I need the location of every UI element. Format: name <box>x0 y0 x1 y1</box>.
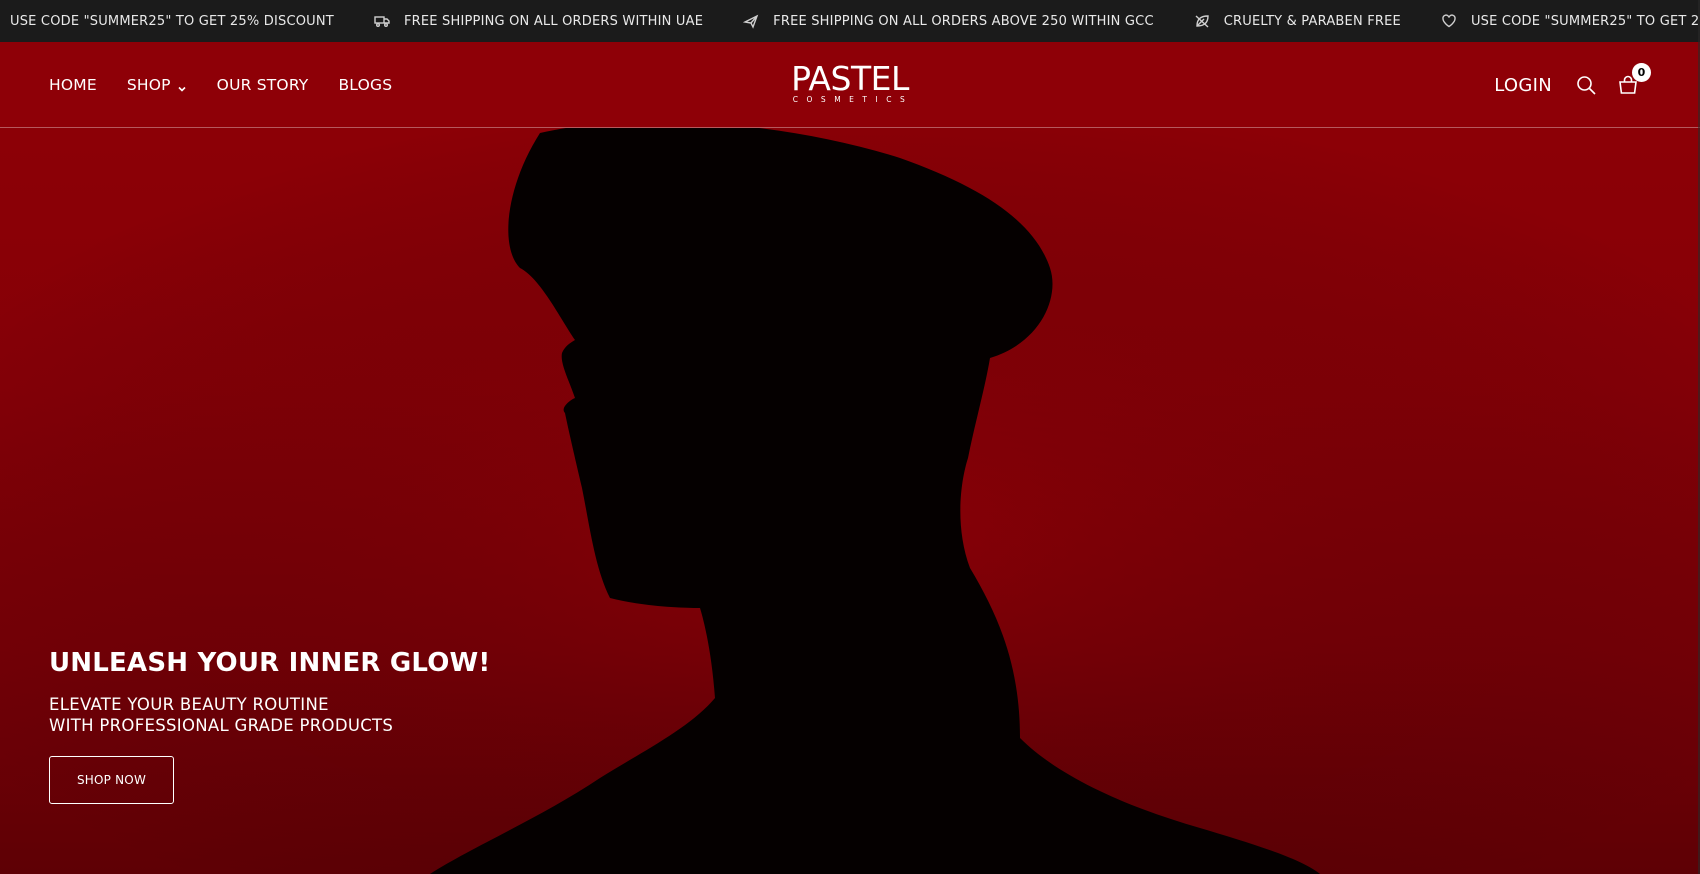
search-icon[interactable] <box>1574 73 1598 97</box>
shop-now-button[interactable]: SHOP NOW <box>49 756 174 804</box>
nav-item-home[interactable]: HOME <box>49 76 97 94</box>
chevron-down-icon <box>177 80 187 92</box>
truck-icon <box>374 13 390 29</box>
hero-subline: ELEVATE YOUR BEAUTY ROUTINE WITH PROFESS… <box>49 694 491 736</box>
login-link[interactable]: LOGIN <box>1494 75 1552 96</box>
announcement-text: FREE SHIPPING ON ALL ORDERS ABOVE 250 WI… <box>773 13 1154 29</box>
main-nav: HOME SHOP OUR STORY BLOGS <box>49 42 422 128</box>
hero-banner: UNLEASH YOUR INNER GLOW! ELEVATE YOUR BE… <box>0 128 1700 874</box>
header-actions: LOGIN 0 <box>1494 42 1700 128</box>
hero-headline: UNLEASH YOUR INNER GLOW! <box>49 648 491 678</box>
announcement-item: FREE SHIPPING ON ALL ORDERS ABOVE 250 WI… <box>742 13 1154 29</box>
announcement-text: USE CODE "SUMMER25" TO GET 25% DISCOUNT <box>10 13 334 29</box>
hero-subline-1: ELEVATE YOUR BEAUTY ROUTINE <box>49 695 329 714</box>
hero-text: UNLEASH YOUR INNER GLOW! ELEVATE YOUR BE… <box>49 648 491 804</box>
announcement-text: USE CODE "SUMMER25" TO GET 25% DISCOUNT <box>1470 13 1700 29</box>
leaf-icon <box>1194 13 1210 29</box>
announcement-text: FREE SHIPPING ON ALL ORDERS WITHIN UAE <box>403 13 704 29</box>
announcement-text: CRUELTY & PARABEN FREE <box>1223 13 1401 29</box>
heart-icon <box>1441 13 1457 29</box>
nav-item-shop[interactable]: SHOP <box>127 76 187 94</box>
pastel-logo[interactable]: PASTEL COSMETICS <box>778 62 922 106</box>
cart-icon[interactable]: 0 <box>1616 63 1651 97</box>
announcement-item: FREE SHIPPING ON ALL ORDERS WITHIN UAE <box>374 13 703 29</box>
logo-sub: COSMETICS <box>792 95 914 104</box>
nav-item-our-story[interactable]: OUR STORY <box>217 76 309 94</box>
announcement-bar: USE CODE "SUMMER25" TO GET 25% DISCOUNT … <box>0 0 1700 42</box>
announcement-item: USE CODE "SUMMER25" TO GET 25% DISCOUNT <box>10 14 334 29</box>
hero-subline-2: WITH PROFESSIONAL GRADE PRODUCTS <box>49 716 394 735</box>
nav-item-shop-label: SHOP <box>126 76 171 94</box>
plane-icon <box>742 13 759 29</box>
cart-count-badge: 0 <box>1632 63 1651 82</box>
logo-brand: PASTEL <box>791 59 909 98</box>
nav-item-blogs[interactable]: BLOGS <box>338 76 392 94</box>
announcement-item: CRUELTY & PARABEN FREE <box>1194 13 1401 29</box>
announcement-item: USE CODE "SUMMER25" TO GET 25% DISCOUNT <box>1441 13 1700 29</box>
site-header: HOME SHOP OUR STORY BLOGS PASTEL COSMETI… <box>0 42 1700 128</box>
